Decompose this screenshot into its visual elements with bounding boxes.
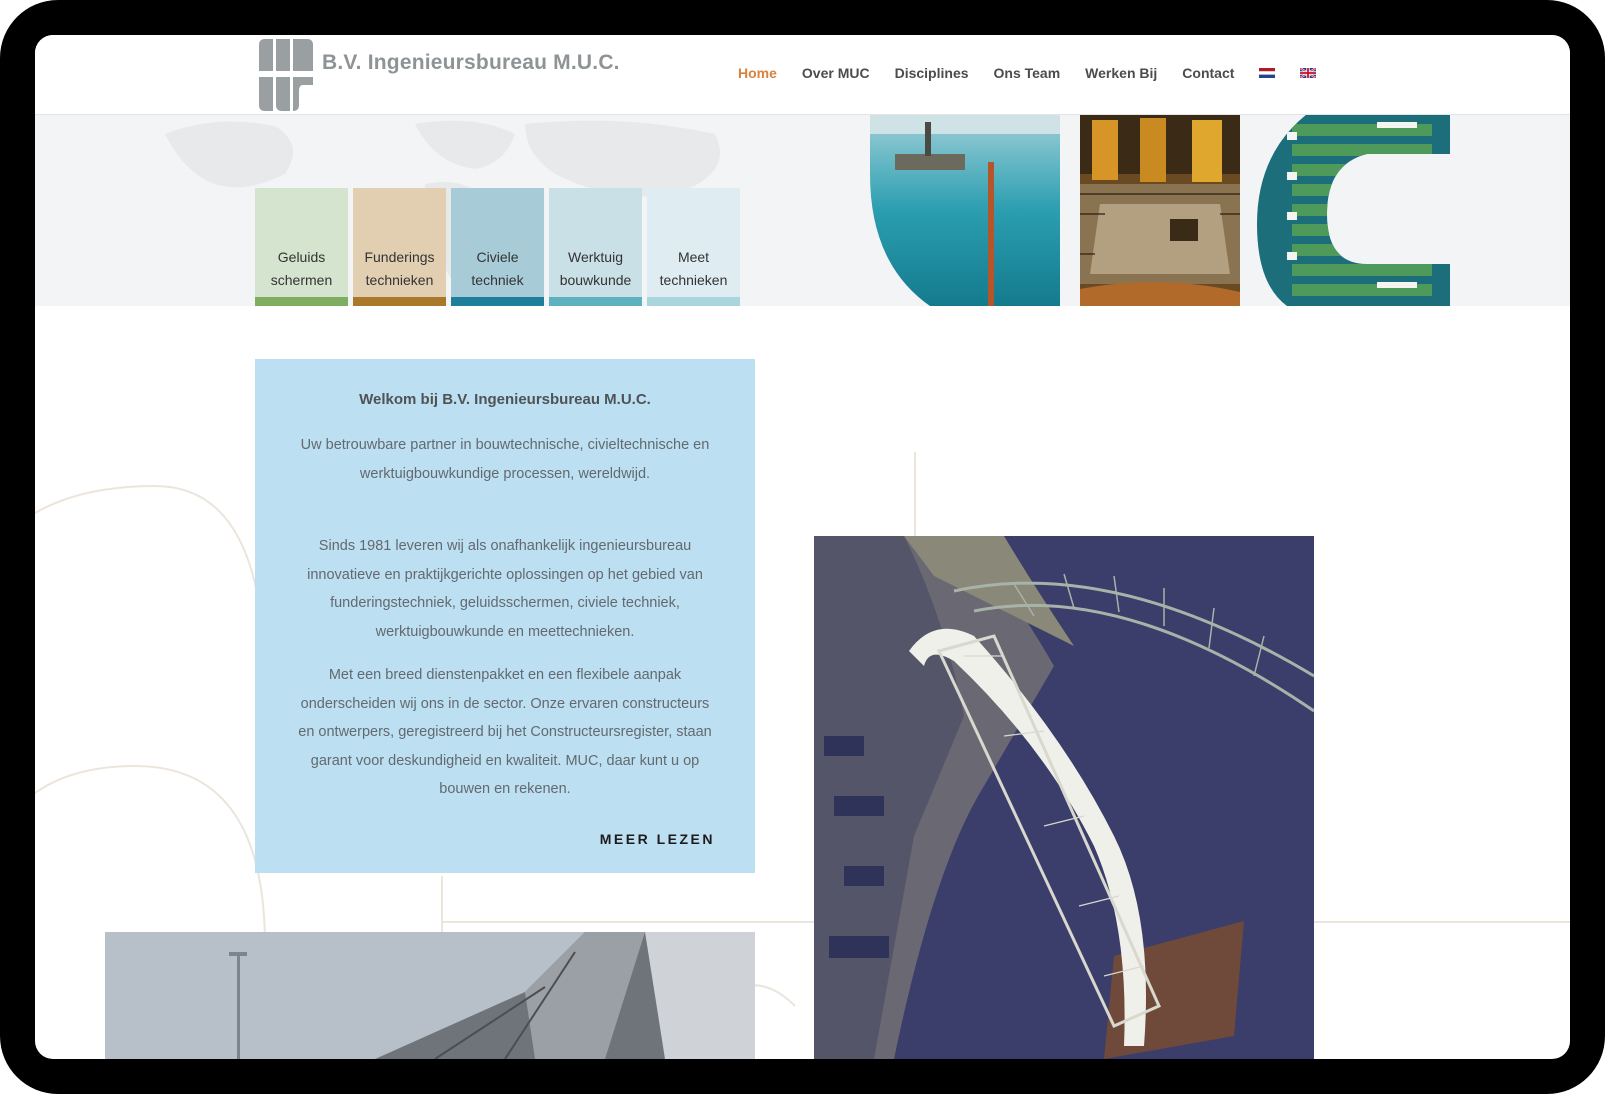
site-header: B.V. Ingenieursbureau M.U.C. Home Over M… xyxy=(35,35,1570,115)
device-frame: B.V. Ingenieursbureau M.U.C. Home Over M… xyxy=(0,0,1605,1094)
nav-ons-team[interactable]: Ons Team xyxy=(994,65,1061,81)
tile-label: techniek xyxy=(471,272,524,288)
hero-photo-aerial xyxy=(1257,114,1450,306)
tile-label: Funderings xyxy=(364,249,435,265)
hero-photo-construction xyxy=(1080,114,1240,306)
tile-label: Geluids xyxy=(277,249,326,265)
bridge-photo xyxy=(814,536,1314,1059)
tile-meettechnieken[interactable]: Meet technieken xyxy=(647,188,740,306)
browser-viewport: B.V. Ingenieursbureau M.U.C. Home Over M… xyxy=(35,35,1570,1059)
read-more-link[interactable]: MEER LEZEN xyxy=(600,831,715,847)
welcome-title: Welkom bij B.V. Ingenieursbureau M.U.C. xyxy=(359,391,651,408)
tile-label: Meet xyxy=(677,249,710,265)
hero-banner: Geluids schermen Funderings technieken Civ… xyxy=(35,114,1570,306)
tile-label: schermen xyxy=(270,272,333,288)
welcome-services: Met een breed dienstenpakket en een flex… xyxy=(298,667,712,797)
welcome-card: Welkom bij B.V. Ingenieursbureau M.U.C. … xyxy=(255,359,755,873)
tile-funderingstechnieken[interactable]: Funderings technieken xyxy=(353,188,446,306)
tile-werktuigbouwkunde[interactable]: Werktuig bouwkunde xyxy=(549,188,642,306)
main-nav: Home Over MUC Disciplines Ons Team Werke… xyxy=(738,65,1341,81)
tile-color-bar xyxy=(353,297,446,306)
tile-color-bar xyxy=(255,297,348,306)
tile-label: bouwkunde xyxy=(559,272,632,288)
nav-contact[interactable]: Contact xyxy=(1182,65,1234,81)
nav-over-muc[interactable]: Over MUC xyxy=(802,65,870,81)
dutch-flag-icon[interactable] xyxy=(1259,68,1276,78)
tile-color-bar xyxy=(451,297,544,306)
welcome-history: Sinds 1981 leveren wij als onafhankelijk… xyxy=(307,538,703,640)
uk-flag-icon[interactable] xyxy=(1300,68,1317,78)
noise-barrier-photo xyxy=(105,932,755,1059)
tile-label: technieken xyxy=(659,272,728,288)
muc-logo-icon[interactable] xyxy=(259,39,313,111)
site-logo-text[interactable]: B.V. Ingenieursbureau M.U.C. xyxy=(322,51,620,75)
nav-home[interactable]: Home xyxy=(738,65,777,81)
tile-geluidsschermen[interactable]: Geluids schermen xyxy=(255,188,348,306)
nav-werken-bij[interactable]: Werken Bij xyxy=(1085,65,1157,81)
hero-photo-harbor xyxy=(870,114,1064,306)
tile-color-bar xyxy=(549,297,642,306)
tile-civiele-techniek[interactable]: Civiele techniek xyxy=(451,188,544,306)
tile-label: Civiele xyxy=(476,249,519,265)
tile-label: Werktuig xyxy=(568,249,623,265)
welcome-intro: Uw betrouwbare partner in bouwtechnische… xyxy=(300,437,710,482)
tile-label: technieken xyxy=(365,272,434,288)
tile-color-bar xyxy=(647,297,740,306)
nav-disciplines[interactable]: Disciplines xyxy=(895,65,969,81)
